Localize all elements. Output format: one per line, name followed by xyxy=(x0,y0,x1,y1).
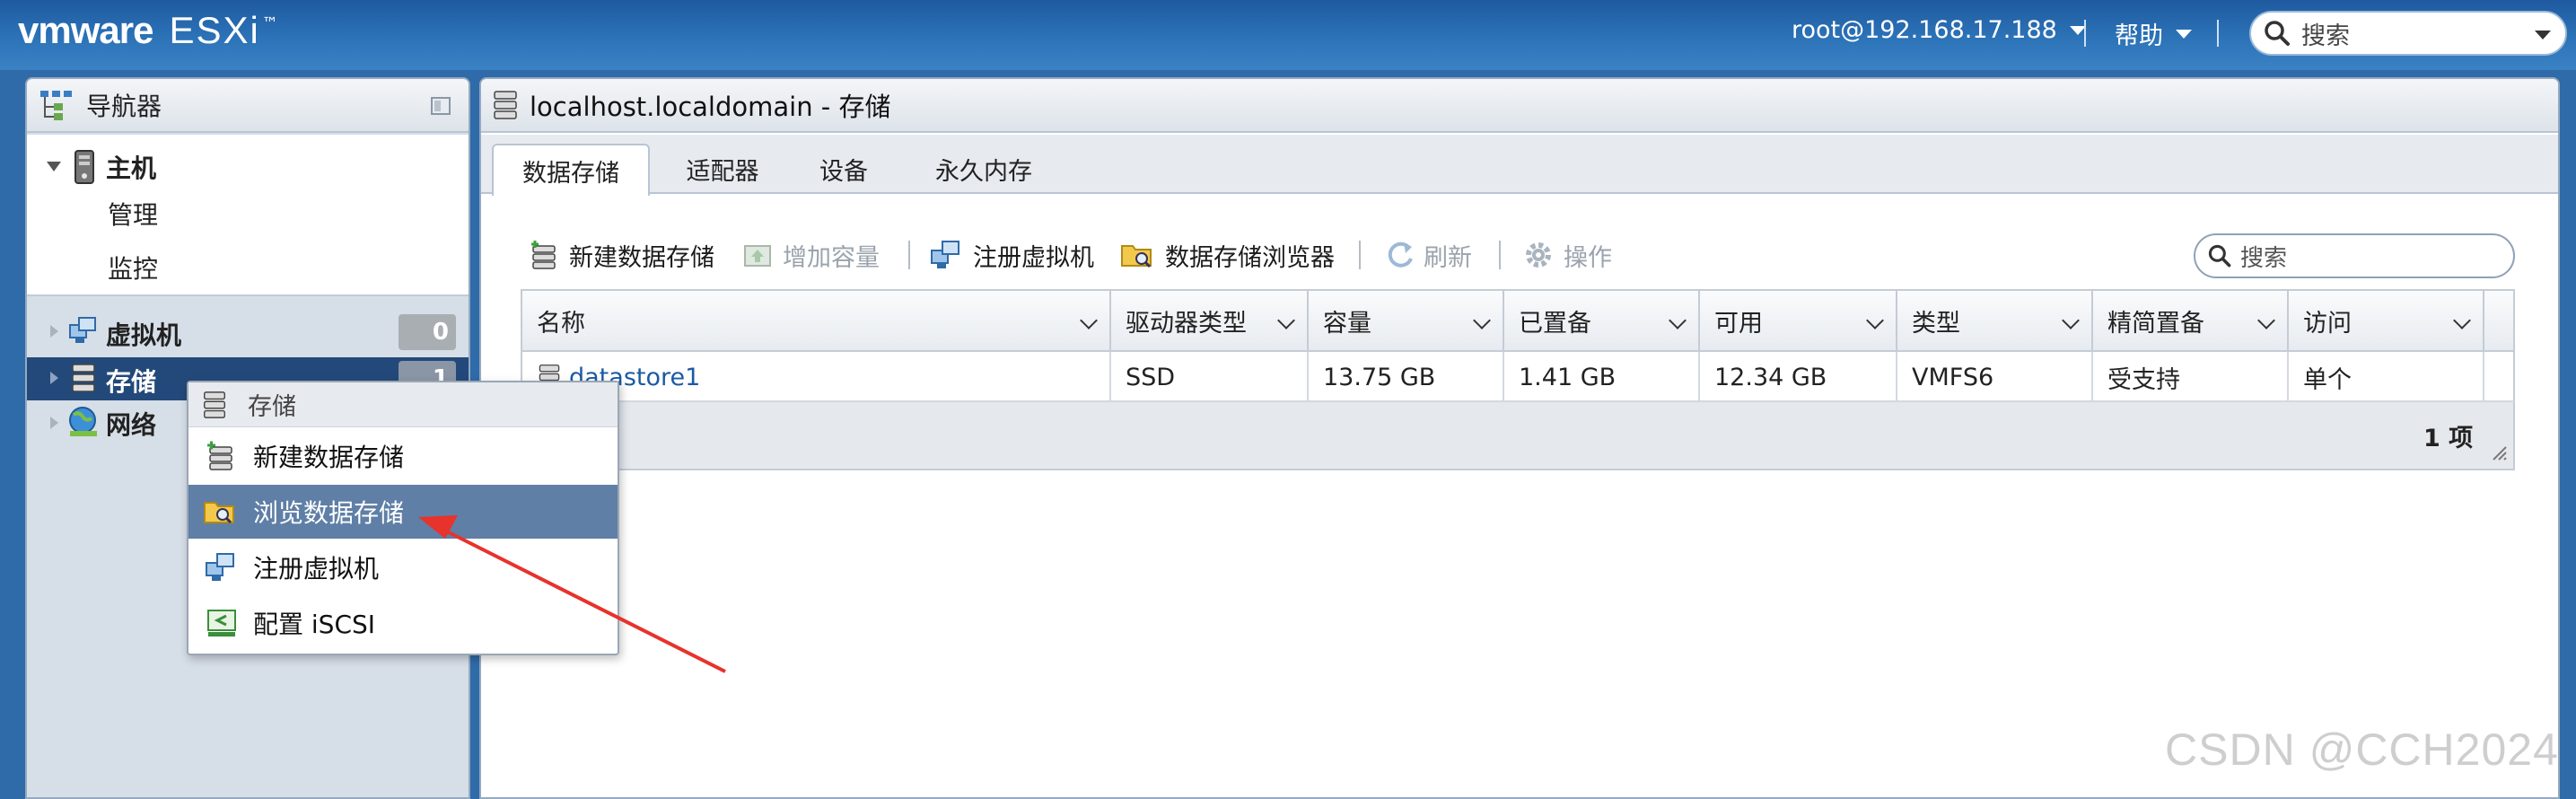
watermark: CSDN @CCH2024 xyxy=(2165,724,2559,775)
annotation-arrow xyxy=(418,515,726,673)
